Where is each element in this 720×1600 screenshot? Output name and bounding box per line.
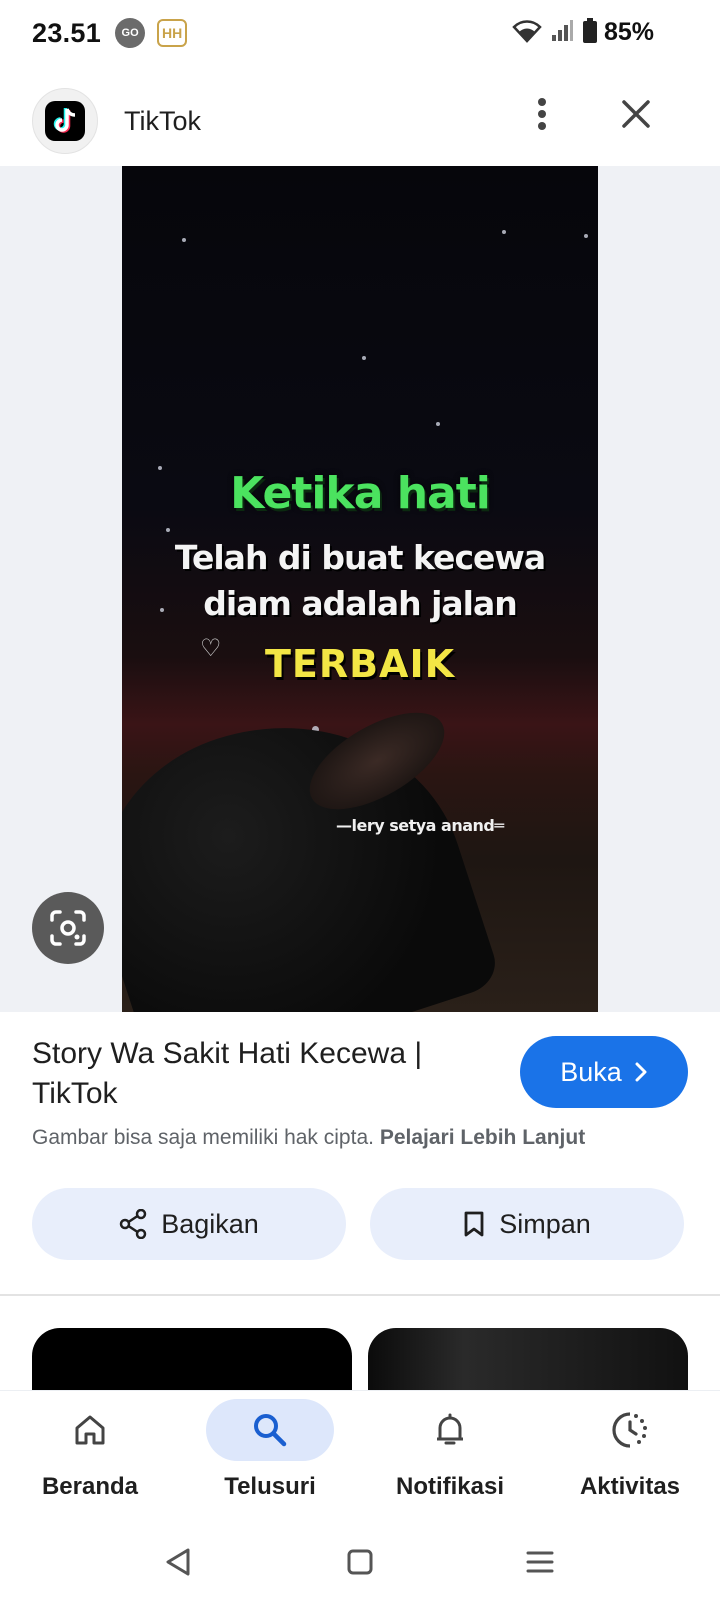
image-viewer: Ketika hati Telah di buat kecewa diam ad…	[0, 166, 720, 1012]
save-button[interactable]: Simpan	[370, 1188, 684, 1260]
home-square-icon[interactable]	[340, 1542, 380, 1582]
lens-icon[interactable]	[32, 892, 104, 964]
copyright-notice: Gambar bisa saja memiliki hak cipta. Pel…	[32, 1126, 585, 1150]
save-label: Simpan	[499, 1208, 591, 1239]
share-label: Bagikan	[161, 1208, 259, 1239]
chevron-right-icon	[635, 1062, 647, 1082]
share-button[interactable]: Bagikan	[32, 1188, 346, 1260]
tiktok-logo-icon[interactable]	[32, 88, 98, 154]
search-icon	[254, 1414, 287, 1447]
nav-label: Telusuri	[224, 1473, 316, 1500]
close-icon[interactable]	[612, 90, 660, 138]
system-navigation-bar	[0, 1524, 720, 1600]
hh-badge-icon: HH	[157, 19, 188, 47]
nav-item-beranda[interactable]: Beranda	[10, 1399, 170, 1501]
app-title: TikTok	[124, 105, 202, 136]
heart-doodle-icon: ♡	[200, 635, 222, 662]
home-icon	[75, 1415, 105, 1445]
nav-label: Notifikasi	[395, 1473, 505, 1500]
nav-item-aktivitas[interactable]: Aktivitas	[550, 1399, 710, 1501]
overlay-line-4: TERBAIK	[264, 642, 456, 686]
battery-percent: 85%	[603, 18, 654, 46]
signal-icon	[550, 19, 574, 43]
preview-image[interactable]: Ketika hati Telah di buat kecewa diam ad…	[122, 166, 598, 1012]
app-header: TikTok	[0, 78, 720, 164]
share-icon	[119, 1209, 147, 1239]
wifi-icon	[512, 19, 542, 43]
bell-icon	[437, 1413, 463, 1445]
back-icon[interactable]	[158, 1542, 198, 1582]
divider	[0, 1294, 720, 1296]
overlay-line-2: Telah di buat kecewa	[174, 538, 546, 577]
nav-item-notifikasi[interactable]: Notifikasi	[370, 1399, 530, 1501]
go-badge-icon: GO	[115, 18, 146, 48]
nav-label: Aktivitas	[579, 1473, 681, 1500]
result-title[interactable]: Story Wa Sakit Hati Kecewa | TikTok	[32, 1034, 472, 1114]
more-vert-icon[interactable]	[520, 92, 564, 136]
watermark-text: —lery setya anand═	[336, 816, 504, 835]
status-time: 23.51	[32, 17, 102, 48]
open-button[interactable]: Buka	[520, 1036, 688, 1108]
recents-menu-icon[interactable]	[520, 1542, 560, 1582]
battery-icon	[582, 18, 598, 44]
bottom-navigation: Beranda Telusuri Notifikasi Aktivitas	[0, 1390, 720, 1524]
learn-more-link[interactable]: Pelajari Lebih Lanjut	[380, 1126, 585, 1149]
nav-label: Beranda	[41, 1473, 139, 1500]
bookmark-icon	[464, 1211, 484, 1237]
activity-icon	[612, 1412, 647, 1448]
copyright-text: Gambar bisa saja memiliki hak cipta.	[32, 1126, 374, 1149]
open-button-label: Buka	[560, 1056, 622, 1087]
nav-item-telusuri[interactable]: Telusuri	[190, 1399, 350, 1501]
status-icons	[512, 18, 598, 44]
overlay-line-1: Ketika hati	[230, 468, 491, 519]
overlay-line-3: diam adalah jalan	[203, 584, 517, 623]
